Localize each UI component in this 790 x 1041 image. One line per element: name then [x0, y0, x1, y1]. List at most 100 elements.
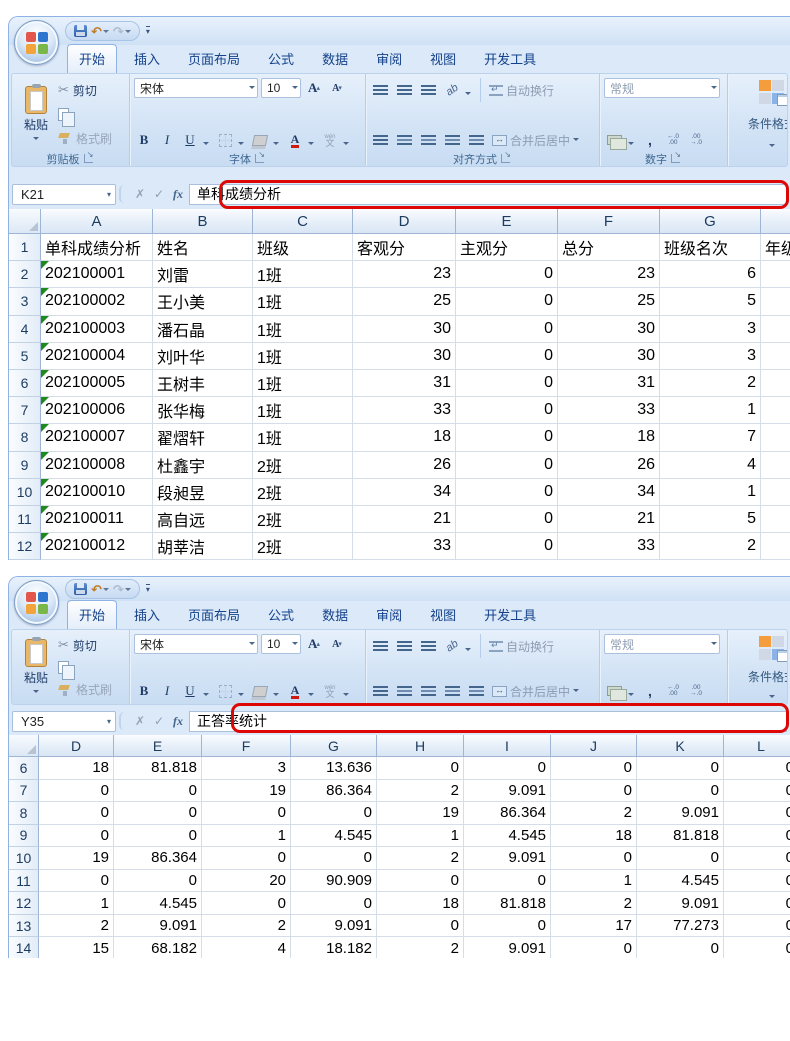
dialog-launcher-icon[interactable] — [671, 154, 680, 163]
cell[interactable]: 3 — [660, 343, 761, 370]
row-header-12[interactable]: 12 — [9, 892, 39, 915]
align-center-button[interactable] — [394, 130, 415, 150]
column-header-E[interactable]: E — [114, 735, 202, 757]
cell[interactable]: 9.091 — [637, 892, 724, 915]
phonetic-dropdown-icon[interactable] — [343, 693, 349, 699]
font-size-select[interactable]: 10 — [261, 634, 301, 654]
cell[interactable]: 2 — [551, 802, 637, 825]
bold-button[interactable]: B — [134, 130, 154, 150]
save-button[interactable] — [74, 25, 87, 37]
grow-font-button[interactable]: A▴ — [304, 78, 324, 98]
cell[interactable]: 9.091 — [464, 937, 551, 958]
cell[interactable]: 26 — [353, 452, 456, 479]
cell[interactable]: 13.636 — [291, 757, 377, 780]
cell[interactable]: 杜鑫宇 — [153, 452, 253, 479]
cell[interactable]: 26 — [558, 452, 660, 479]
increase-decimal-button[interactable]: ←.0 .00 — [663, 681, 683, 701]
cell[interactable]: 31 — [353, 370, 456, 397]
cell[interactable]: 33 — [353, 397, 456, 424]
orientation-button[interactable]: ab — [442, 80, 462, 100]
cell[interactable]: 90.909 — [291, 870, 377, 893]
customize-qat-button[interactable]: ▾ — [146, 26, 150, 36]
phonetic-dropdown-icon[interactable] — [343, 142, 349, 148]
cell[interactable]: 30 — [558, 343, 660, 370]
cell[interactable]: 2 — [660, 370, 761, 397]
column-header-G[interactable]: G — [660, 209, 761, 234]
cell[interactable]: 0 — [724, 825, 790, 848]
cell[interactable]: 18 — [558, 424, 660, 451]
cell[interactable] — [761, 316, 790, 343]
cut-button[interactable]: ✂剪切 — [58, 636, 112, 654]
name-box[interactable]: Y35▾ — [12, 711, 116, 732]
cell[interactable]: 9.091 — [637, 802, 724, 825]
font-color-dropdown-icon[interactable] — [308, 693, 314, 699]
cell[interactable]: 0 — [291, 802, 377, 825]
font-name-select[interactable]: 宋体 — [134, 634, 258, 654]
conditional-formatting-button[interactable]: 条件格式 — [732, 634, 788, 701]
column-header-I[interactable]: I — [464, 735, 551, 757]
ribbon-tab-0[interactable]: 开始 — [67, 600, 117, 629]
cell[interactable]: 4.545 — [464, 825, 551, 848]
cell[interactable]: 23 — [353, 261, 456, 288]
cell[interactable]: 0 — [464, 870, 551, 893]
cell[interactable]: 0 — [456, 452, 558, 479]
cell[interactable]: 2班 — [253, 533, 353, 560]
cell[interactable]: 0 — [114, 802, 202, 825]
underline-button[interactable]: U — [180, 681, 200, 701]
cancel-entry-button[interactable]: ✗ — [132, 187, 148, 201]
cell[interactable]: 0 — [724, 780, 790, 803]
currency-dropdown-icon[interactable] — [628, 693, 634, 699]
cell[interactable] — [761, 452, 790, 479]
cell[interactable]: 0 — [724, 757, 790, 780]
cell[interactable]: 9.091 — [464, 847, 551, 870]
comma-style-button[interactable]: , — [640, 130, 660, 150]
underline-button[interactable]: U — [180, 130, 200, 150]
ribbon-tab-4[interactable]: 数据 — [311, 45, 359, 73]
cell[interactable]: 总分 — [558, 234, 660, 261]
cell[interactable]: 0 — [456, 424, 558, 451]
cell[interactable]: 1班 — [253, 316, 353, 343]
cell[interactable] — [761, 397, 790, 424]
cell[interactable]: 刘雷 — [153, 261, 253, 288]
cell[interactable]: 客观分 — [353, 234, 456, 261]
cell[interactable]: 4.545 — [114, 892, 202, 915]
cell[interactable]: 姓名 — [153, 234, 253, 261]
cell[interactable]: 0 — [551, 757, 637, 780]
cell[interactable]: 2 — [377, 780, 464, 803]
align-top-button[interactable] — [370, 636, 391, 656]
cell[interactable]: 202100006 — [41, 397, 153, 424]
cell[interactable]: 33 — [353, 533, 456, 560]
fill-color-dropdown-icon[interactable] — [273, 142, 279, 148]
cell[interactable]: 班级 — [253, 234, 353, 261]
cell[interactable]: 班级名次 — [660, 234, 761, 261]
row-header-11[interactable]: 11 — [9, 506, 41, 533]
cell[interactable]: 4 — [660, 452, 761, 479]
cell[interactable]: 1班 — [253, 424, 353, 451]
cell[interactable]: 0 — [464, 757, 551, 780]
row-header-5[interactable]: 5 — [9, 343, 41, 370]
select-all-corner[interactable] — [9, 735, 39, 757]
ribbon-tab-7[interactable]: 开发工具 — [473, 45, 547, 73]
cell[interactable]: 34 — [353, 479, 456, 506]
cell[interactable]: 年级名次 — [761, 234, 790, 261]
cell[interactable]: 1班 — [253, 370, 353, 397]
orientation-dropdown-icon[interactable] — [465, 92, 471, 98]
cell[interactable]: 单科成绩分析 — [41, 234, 153, 261]
currency-style-button[interactable] — [604, 130, 625, 150]
cell[interactable]: 0 — [202, 847, 291, 870]
cell[interactable]: 0 — [724, 802, 790, 825]
customize-qat-button[interactable]: ▾ — [146, 584, 150, 594]
cell[interactable]: 翟熠轩 — [153, 424, 253, 451]
cell[interactable]: 17 — [551, 915, 637, 938]
merge-center-button[interactable]: 合并后居中 — [490, 681, 581, 701]
cell[interactable]: 0 — [456, 506, 558, 533]
cell[interactable]: 1班 — [253, 261, 353, 288]
cell[interactable]: 0 — [724, 892, 790, 915]
ribbon-tab-7[interactable]: 开发工具 — [473, 601, 547, 629]
ribbon-tab-0[interactable]: 开始 — [67, 44, 117, 73]
comma-style-button[interactable]: , — [640, 681, 660, 701]
cell[interactable]: 9.091 — [291, 915, 377, 938]
cell[interactable]: 0 — [456, 261, 558, 288]
row-header-9[interactable]: 9 — [9, 452, 41, 479]
underline-dropdown-icon[interactable] — [203, 693, 209, 699]
